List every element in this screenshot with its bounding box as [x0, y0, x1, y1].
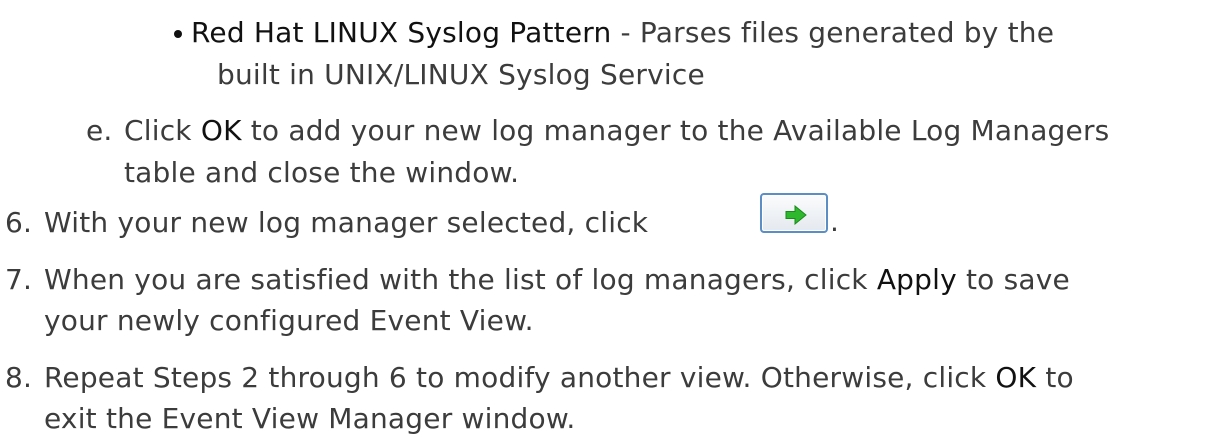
step-6-marker: 6. [5, 206, 33, 239]
bullet-line-2: built in UNIX/LINUX Syslog Service [217, 58, 705, 91]
step-8-pre: Repeat Steps 2 through 6 to modify anoth… [44, 361, 996, 394]
step-7-apply: Apply [876, 263, 957, 296]
step-6-period: . [830, 205, 840, 238]
step-7-marker: 7. [5, 263, 33, 296]
bullet-line-1: Red Hat LINUX Syslog Pattern - Parses fi… [191, 15, 1054, 51]
step-8-line-2: exit the Event View Manager window. [44, 402, 576, 435]
step-e-pre: Click [124, 114, 201, 147]
step-e-line-1: Click OK to add your new log manager to … [124, 113, 1109, 149]
bullet-description: - Parses files generated by the [611, 16, 1055, 49]
step-7-pre: When you are satisfied with the list of … [44, 263, 877, 296]
step-e-marker: e. [86, 114, 113, 147]
move-right-button[interactable] [760, 193, 828, 233]
step-8-post: to [1036, 361, 1074, 394]
step-e-ok: OK [200, 114, 242, 147]
step-e-line-2: table and close the window. [124, 156, 520, 189]
step-8-line-1: Repeat Steps 2 through 6 to modify anoth… [44, 360, 1074, 396]
step-7-post: to save [956, 263, 1070, 296]
bullet-point [174, 30, 182, 38]
step-7-line-2: your newly configured Event View. [44, 304, 534, 337]
step-8-marker: 8. [5, 361, 33, 394]
step-7-line-1: When you are satisfied with the list of … [44, 262, 1070, 298]
step-e-post: to add your new log manager to the Avail… [241, 114, 1110, 147]
step-6-text: With your new log manager selected, clic… [44, 206, 649, 239]
bullet-title: Red Hat LINUX Syslog Pattern [191, 16, 612, 49]
green-right-arrow-icon [785, 205, 807, 225]
step-8-ok: OK [995, 361, 1037, 394]
